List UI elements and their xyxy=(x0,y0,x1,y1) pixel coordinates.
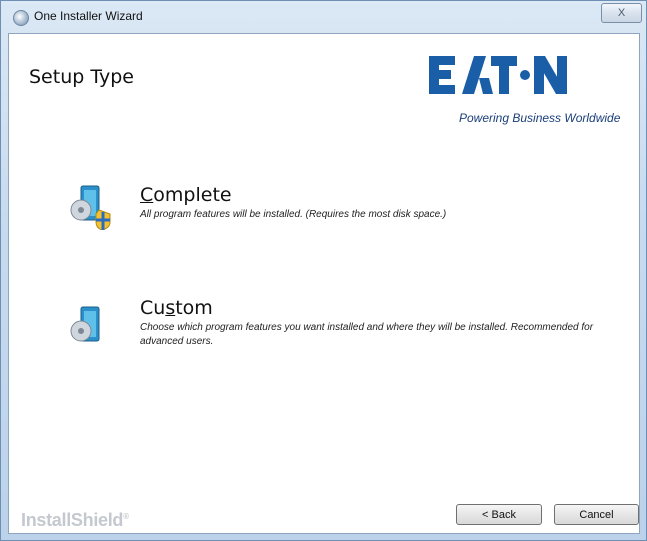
brand-tagline: Powering Business Worldwide xyxy=(459,111,621,125)
cancel-button[interactable]: Cancel xyxy=(554,504,639,525)
eaton-logo xyxy=(429,56,567,94)
complete-option-description: All program features will be installed. … xyxy=(140,209,447,220)
installshield-logo: InstallShield® xyxy=(21,510,129,530)
back-button[interactable]: < Back xyxy=(456,504,542,525)
mnemonic-c: C xyxy=(140,184,154,206)
complete-option[interactable]: Complete All program features will be in… xyxy=(9,184,639,244)
brand-block: Powering Business Worldwide xyxy=(429,48,629,128)
mnemonic-s: s xyxy=(165,297,176,319)
complete-install-icon xyxy=(70,185,111,230)
title-bar[interactable]: One Installer Wizard X xyxy=(1,1,646,33)
installer-window: One Installer Wizard X Setup Type Poweri… xyxy=(0,0,647,541)
window-title: One Installer Wizard xyxy=(34,9,143,23)
custom-option-description: Choose which program features you want i… xyxy=(140,322,594,347)
complete-option-title: Complete xyxy=(140,184,232,206)
custom-option-title: Custom xyxy=(140,297,213,319)
close-icon: X xyxy=(617,7,626,19)
wizard-content: Setup Type Powering Business Worldwide C… xyxy=(8,33,640,534)
close-button[interactable]: X xyxy=(601,3,642,23)
page-title: Setup Type xyxy=(29,66,134,88)
app-icon xyxy=(13,10,29,26)
custom-install-icon xyxy=(70,306,100,342)
custom-option[interactable]: Custom Choose which program features you… xyxy=(9,297,639,357)
